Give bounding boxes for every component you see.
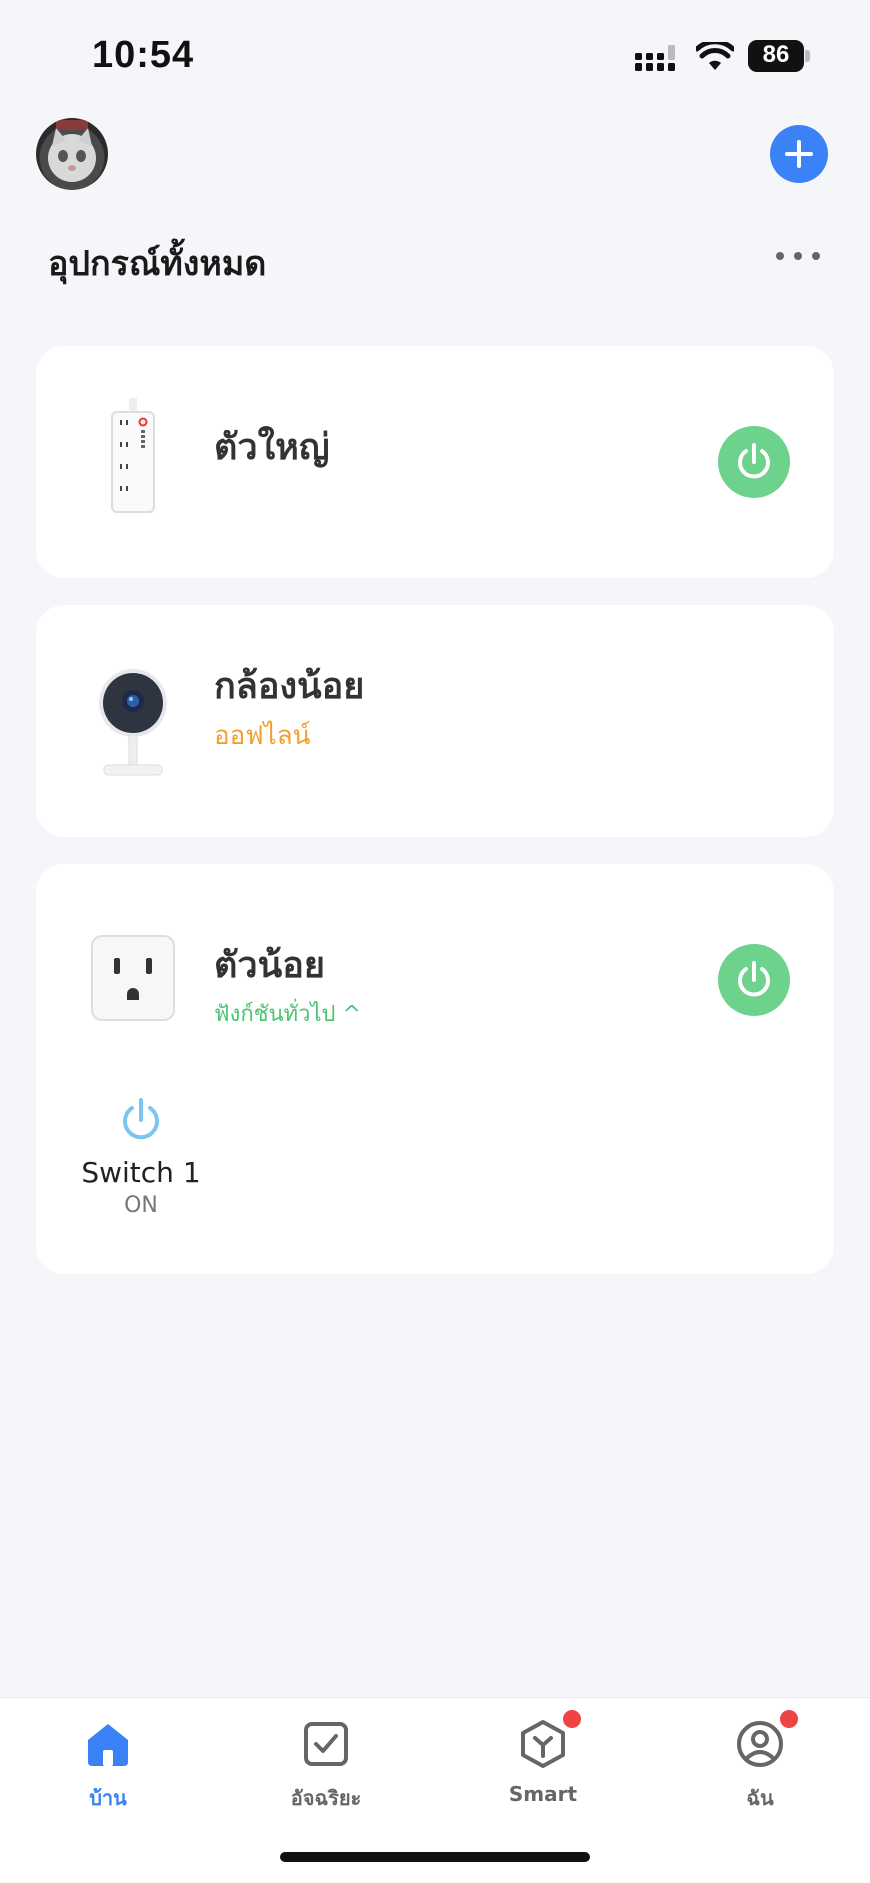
power-icon (738, 443, 770, 479)
app-screen: 10:54 86 อุปกรณ์ทั้งหมด ตัวใหญ่ กล้องน้อ… (0, 0, 870, 1883)
function-toggle[interactable]: ฟังก์ชันทั่วไป ^ (214, 996, 361, 1031)
nav-label: อัจฉริยะ (290, 1786, 362, 1810)
avatar[interactable] (36, 118, 108, 190)
battery-percent: 86 (762, 41, 790, 68)
power-icon (738, 961, 770, 997)
cat-avatar-image (48, 120, 96, 182)
nav-automation[interactable]: อัจฉริยะ (251, 1718, 401, 1814)
checkbox-icon (304, 1722, 348, 1766)
nav-label: บ้าน (89, 1786, 127, 1810)
status-time: 10:54 (92, 34, 195, 76)
nav-smart[interactable]: Smart (468, 1710, 618, 1806)
cellular-signal-icon (635, 45, 675, 71)
nav-home[interactable]: บ้าน (33, 1718, 183, 1814)
more-options-button[interactable] (776, 250, 820, 264)
device-card[interactable]: ตัวใหญ่ (36, 346, 834, 578)
device-status: ออฟไลน์ (214, 721, 311, 751)
nav-me[interactable]: ฉัน (685, 1710, 835, 1814)
device-card[interactable]: กล้องน้อย ออฟไลน์ (36, 605, 834, 837)
notification-badge (780, 1710, 798, 1728)
battery-icon: 86 (748, 40, 810, 72)
device-name: ตัวน้อย (214, 945, 325, 986)
nav-label: ฉัน (746, 1786, 774, 1810)
camera-icon (99, 669, 167, 776)
status-bar: 10:54 86 (0, 0, 870, 100)
device-name: กล้องน้อย (214, 666, 365, 707)
page-title: อุปกรณ์ทั้งหมด (48, 244, 267, 284)
switch-state: ON (124, 1193, 158, 1218)
power-toggle-button[interactable] (718, 944, 790, 1016)
smart-plug-icon (91, 935, 175, 1021)
power-strip-icon (111, 398, 155, 513)
dot (794, 252, 802, 260)
switch-power-icon (123, 1098, 159, 1140)
nav-label: Smart (508, 1782, 578, 1806)
notification-badge (563, 1710, 581, 1728)
dot (776, 252, 784, 260)
home-indicator (280, 1852, 590, 1862)
dot (812, 252, 820, 260)
add-device-button[interactable] (770, 125, 828, 183)
device-card[interactable]: ตัวน้อย ฟังก์ชันทั่วไป ^ Switch 1 ON (36, 864, 834, 1274)
switch-label: Switch 1 (81, 1156, 201, 1189)
device-name: ตัวใหญ่ (214, 427, 330, 468)
power-toggle-button[interactable] (718, 426, 790, 498)
wifi-icon (696, 42, 734, 70)
profile-icon (737, 1721, 783, 1767)
cube-icon (521, 1720, 565, 1768)
switch-1-tile[interactable]: Switch 1 ON (76, 1096, 206, 1218)
home-icon (88, 1724, 128, 1766)
